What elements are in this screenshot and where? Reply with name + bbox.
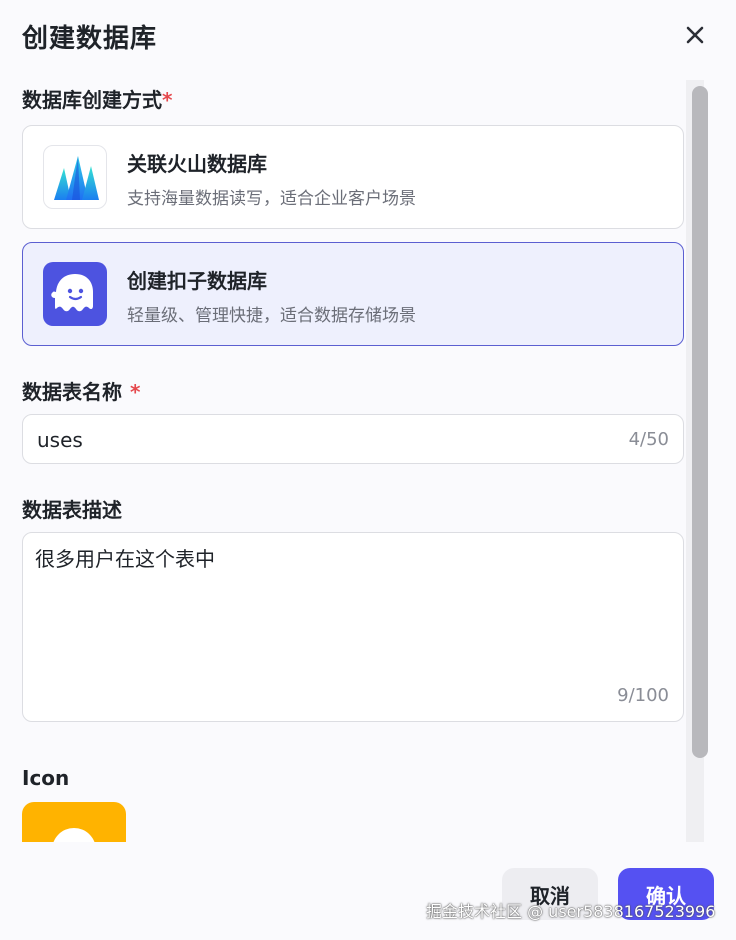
table-name-label-text: 数据表名称 [22, 380, 122, 404]
volcano-mountains-icon [43, 145, 107, 209]
required-mark: * [130, 380, 141, 404]
table-description-value: 很多用户在这个表中 [35, 547, 215, 571]
icon-preview-clip [22, 802, 126, 842]
option-title: 关联火山数据库 [127, 152, 267, 176]
table-name-label: 数据表名称 * [22, 376, 140, 405]
close-button[interactable] [678, 20, 712, 50]
creation-method-label: 数据库创建方式* [22, 84, 172, 113]
table-name-input[interactable]: uses 4/50 [22, 414, 684, 464]
option-description: 轻量级、管理快捷，适合数据存储场景 [127, 306, 416, 326]
table-description-counter: 9/100 [617, 685, 669, 706]
icon-preview[interactable] [22, 802, 126, 842]
table-name-counter: 4/50 [628, 429, 669, 450]
option-description: 支持海量数据读写，适合企业客户场景 [127, 189, 416, 209]
close-icon [686, 26, 704, 44]
dialog-title: 创建数据库 [22, 24, 158, 54]
table-name-value: uses [37, 428, 83, 452]
scrollbar-thumb[interactable] [692, 86, 708, 758]
option-coze-database[interactable]: 创建扣子数据库 轻量级、管理快捷，适合数据存储场景 [22, 242, 684, 346]
option-volcano-database[interactable]: 关联火山数据库 支持海量数据读写，适合企业客户场景 [22, 125, 684, 229]
table-description-textarea[interactable]: 很多用户在这个表中 9/100 [22, 532, 684, 722]
ghost-icon [52, 828, 96, 842]
option-title: 创建扣子数据库 [127, 269, 267, 293]
table-description-label: 数据表描述 [22, 498, 122, 522]
required-mark: * [162, 88, 173, 112]
icon-section-label: Icon [22, 766, 70, 790]
creation-method-label-text: 数据库创建方式 [22, 88, 162, 112]
coze-ghost-icon [43, 262, 107, 326]
watermark: 掘金技术社区 @ user5838167523996 [426, 902, 716, 921]
